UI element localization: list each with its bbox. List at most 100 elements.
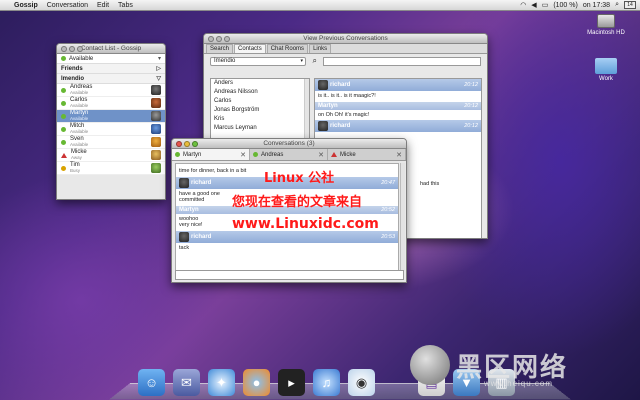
conversations-window: Conversations (3) Martyn ✕ Andreas ✕ Mic…: [171, 138, 407, 283]
binoculars-icon[interactable]: ⌕: [313, 56, 317, 66]
logo-url: www.heiqu.com: [484, 379, 554, 388]
window-titlebar[interactable]: Conversations (3): [172, 139, 406, 149]
available-icon: [253, 152, 258, 157]
group-imendio[interactable]: Imendio ▽: [57, 74, 165, 84]
list-item[interactable]: Anders: [211, 79, 309, 88]
list-item[interactable]: Marcus Leyman: [211, 124, 309, 133]
contact-andreas[interactable]: Andreas Available: [57, 84, 165, 97]
tab-links[interactable]: Links: [309, 44, 332, 53]
avatar: [318, 80, 328, 90]
away-icon: [61, 152, 67, 158]
battery-icon[interactable]: ▭: [542, 1, 549, 9]
window-controls: [61, 46, 83, 52]
tab-label: Andreas: [261, 151, 284, 158]
gossip-icon[interactable]: ◉: [348, 369, 375, 396]
group-label: Friends: [61, 65, 83, 72]
close-icon[interactable]: [61, 46, 67, 52]
search-input[interactable]: [323, 56, 481, 66]
battery-percent: (100 %): [553, 1, 578, 9]
spotlight-icon[interactable]: ⌕: [615, 1, 619, 9]
close-tab-icon[interactable]: ✕: [396, 151, 402, 159]
zoom-icon[interactable]: [192, 141, 198, 147]
contact-carlos[interactable]: Carlos Available: [57, 97, 165, 110]
logo-mark-icon: [410, 345, 450, 385]
volume-icon[interactable]: ◀: [531, 1, 536, 9]
message-header: Martyn 20:12: [315, 101, 481, 110]
date-badge[interactable]: 14: [624, 1, 636, 9]
list-item[interactable]: Carlos: [211, 97, 309, 106]
window-titlebar[interactable]: Contact List - Gossip: [57, 44, 165, 54]
mail-icon[interactable]: ✉: [173, 369, 200, 396]
minimize-icon[interactable]: [69, 46, 75, 52]
list-item[interactable]: Kris: [211, 115, 309, 124]
message-header: richard 20:12: [315, 120, 481, 132]
contact-mitch[interactable]: Mitch Available: [57, 123, 165, 136]
menu-edit[interactable]: Edit: [97, 2, 109, 9]
close-tab-icon[interactable]: ✕: [240, 151, 246, 159]
list-item[interactable]: Andreas Nilsson: [211, 88, 309, 97]
wifi-icon[interactable]: ◠: [520, 1, 526, 9]
contact-status: Available: [70, 129, 89, 134]
window-title: Contact List - Gossip: [80, 45, 142, 52]
desktop-icon-hd[interactable]: Macintosh HD: [582, 14, 630, 36]
tab-search[interactable]: Search: [206, 44, 234, 53]
menu-conversation[interactable]: Conversation: [47, 2, 88, 9]
list-item[interactable]: Jonas Borgström: [211, 106, 309, 115]
conversation-tabs: Martyn ✕ Andreas ✕ Micke ✕: [172, 149, 406, 161]
clock[interactable]: on 17:38: [583, 2, 610, 9]
window-titlebar[interactable]: View Previous Conversations: [204, 34, 487, 44]
menu-app-gossip[interactable]: Gossip: [14, 2, 38, 9]
avatar: [151, 163, 161, 173]
scrollbar[interactable]: [400, 163, 405, 271]
message-time: 20:12: [464, 102, 478, 109]
tab-label: Martyn: [183, 151, 202, 158]
message-time: 20:53: [381, 233, 395, 240]
thunderbird-icon[interactable]: ●: [243, 369, 270, 396]
minimize-icon[interactable]: [184, 141, 190, 147]
message-time: 20:12: [464, 123, 478, 129]
tab-micke[interactable]: Micke ✕: [328, 149, 406, 160]
window-title: Conversations (3): [263, 140, 315, 147]
itunes-icon[interactable]: ♫: [313, 369, 340, 396]
contact-list-window: Contact List - Gossip Available ▾ Friend…: [56, 43, 166, 200]
hard-drive-icon: [597, 14, 615, 28]
presence-selector[interactable]: Available ▾: [57, 54, 165, 64]
window-controls: [208, 36, 230, 42]
available-icon: [61, 87, 66, 93]
disclosure-down-icon[interactable]: ▽: [156, 75, 161, 82]
message-input[interactable]: [175, 270, 404, 280]
folder-icon: [595, 58, 617, 74]
contact-martyn[interactable]: Martyn Available: [57, 110, 165, 123]
zoom-icon[interactable]: [77, 46, 83, 52]
corner-logo: 黑区网络 www.heiqu.com: [410, 335, 635, 395]
menu-tabs[interactable]: Tabs: [118, 2, 133, 9]
avatar: [151, 124, 161, 134]
message-sender: richard: [191, 179, 212, 186]
tab-chat-rooms[interactable]: Chat Rooms: [266, 44, 309, 53]
contact-micke[interactable]: Micke Away: [57, 149, 165, 162]
terminal-icon[interactable]: ▸: [278, 369, 305, 396]
close-icon[interactable]: [176, 141, 182, 147]
message-time: 20:12: [464, 82, 478, 88]
disclosure-right-icon[interactable]: ▷: [156, 65, 161, 72]
close-icon[interactable]: [208, 36, 214, 42]
close-tab-icon[interactable]: ✕: [318, 151, 324, 159]
contact-tim[interactable]: Tim Busy: [57, 162, 165, 175]
finder-icon[interactable]: ☺: [138, 369, 165, 396]
contact-sven[interactable]: Sven Available: [57, 136, 165, 149]
message-time: 20:47: [381, 179, 395, 186]
zoom-icon[interactable]: [224, 36, 230, 42]
desktop-icon-work[interactable]: Work: [582, 58, 630, 82]
group-friends[interactable]: Friends ▷: [57, 64, 165, 74]
available-icon: [61, 56, 66, 61]
tab-martyn[interactable]: Martyn ✕: [172, 149, 250, 160]
available-icon: [61, 139, 66, 145]
account-select[interactable]: Imendio ▾: [210, 56, 306, 66]
message-header: richard 20:53: [176, 230, 398, 243]
tab-andreas[interactable]: Andreas ✕: [250, 149, 328, 160]
avatar: [151, 85, 161, 95]
minimize-icon[interactable]: [216, 36, 222, 42]
available-icon: [61, 100, 66, 106]
tab-contacts[interactable]: Contacts: [234, 44, 266, 53]
safari-icon[interactable]: ✦: [208, 369, 235, 396]
